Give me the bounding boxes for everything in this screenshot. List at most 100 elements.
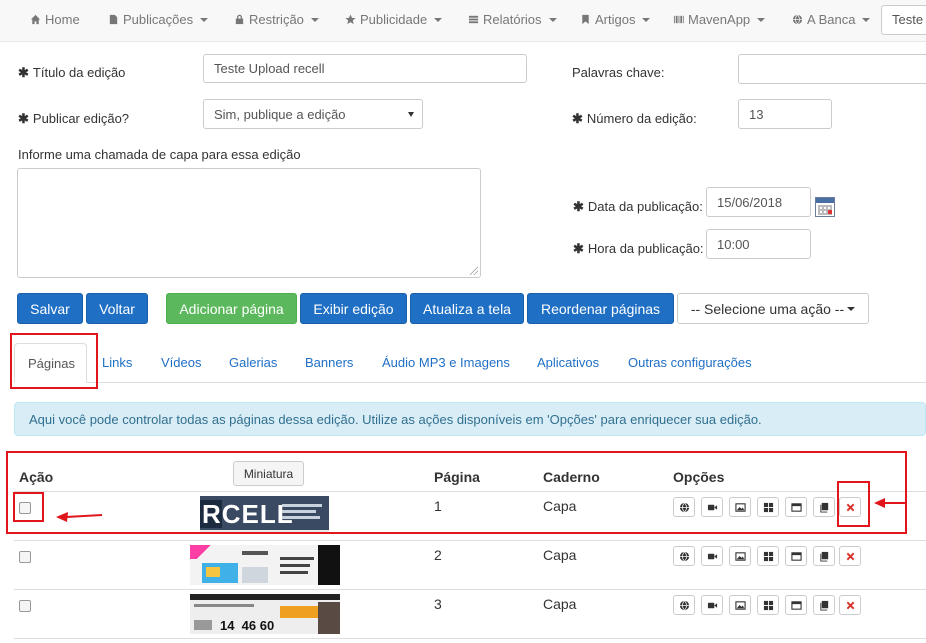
reorder-pages-button[interactable]: Reordenar páginas (527, 293, 674, 324)
image-option-button[interactable] (729, 546, 751, 566)
nav-search-input[interactable]: Teste (881, 5, 926, 35)
keywords-input[interactable] (738, 54, 926, 84)
required-asterisk-icon: ✱ (573, 241, 584, 256)
tab-galerias[interactable]: Galerias (229, 355, 277, 370)
chevron-down-icon (548, 17, 557, 22)
top-navbar: Home Publicações Restrição Publicidade R… (0, 0, 926, 42)
video-icon (707, 600, 718, 611)
number-label: ✱ Número da edição: (572, 111, 697, 127)
delete-icon (846, 601, 855, 610)
nav-publicidade[interactable]: Publicidade (345, 12, 443, 27)
image-option-button[interactable] (729, 595, 751, 615)
chevron-down-icon (310, 17, 319, 22)
window-option-button[interactable] (785, 595, 807, 615)
date-label-text: Data da publicação: (587, 199, 703, 214)
publish-select[interactable]: Sim, publique a edição (203, 99, 423, 129)
book-option-button[interactable] (813, 595, 835, 615)
save-button[interactable]: Salvar (17, 293, 83, 324)
tabs-divider (14, 382, 926, 383)
delete-option-button[interactable] (839, 546, 861, 566)
refresh-button[interactable]: Atualiza a tela (410, 293, 524, 324)
time-label: ✱ Hora da publicação: (573, 241, 704, 257)
bookmark-icon (582, 14, 589, 25)
date-label: ✱ Data da publicação: (573, 199, 703, 215)
time-input[interactable]: 10:00 (706, 229, 811, 259)
list-icon (468, 15, 479, 24)
chevron-down-icon (434, 17, 443, 22)
lock-icon (235, 14, 244, 25)
chevron-down-icon (847, 306, 856, 311)
globe-icon (792, 14, 803, 25)
globe-option-button[interactable] (673, 595, 695, 615)
nav-home-label: Home (45, 12, 80, 27)
action-select-label: -- Selecione uma ação -- (690, 300, 845, 317)
publish-label-text: Publicar edição? (32, 111, 130, 126)
page-number: 3 (434, 596, 442, 612)
annotation-arrow-left-icon (56, 512, 103, 522)
title-label-text: Título da edição (32, 65, 126, 80)
cover-label: Informe uma chamada de capa para essa ed… (18, 147, 301, 162)
globe-option-button[interactable] (673, 546, 695, 566)
row-divider (14, 589, 926, 590)
nav-abanca[interactable]: A Banca (792, 12, 871, 27)
video-option-button[interactable] (701, 595, 723, 615)
nav-home[interactable]: Home (30, 12, 80, 27)
show-edition-button[interactable]: Exibir edição (300, 293, 407, 324)
book-icon (819, 551, 830, 562)
tab-audio[interactable]: Áudio MP3 e Imagens (382, 355, 510, 370)
delete-option-button[interactable] (839, 595, 861, 615)
chevron-down-icon (408, 112, 414, 117)
tab-videos[interactable]: Vídeos (161, 355, 201, 370)
calendar-icon[interactable] (815, 197, 835, 217)
row-checkbox[interactable] (19, 600, 31, 612)
window-option-button[interactable] (785, 546, 807, 566)
tab-aplicativos[interactable]: Aplicativos (537, 355, 599, 370)
page-number: 2 (434, 547, 442, 563)
video-icon (707, 551, 718, 562)
back-button[interactable]: Voltar (86, 293, 148, 324)
tab-banners[interactable]: Banners (305, 355, 353, 370)
tab-links[interactable]: Links (102, 355, 132, 370)
window-icon (790, 551, 802, 562)
tab-outras-configuracoes[interactable]: Outras configurações (628, 355, 752, 370)
number-label-text: Número da edição: (586, 111, 697, 126)
required-asterisk-icon: ✱ (573, 199, 584, 214)
number-input[interactable]: 13 (738, 99, 832, 129)
time-label-text: Hora da publicação: (587, 241, 704, 256)
title-input[interactable]: Teste Upload recell (203, 54, 527, 83)
nav-artigos[interactable]: Artigos (580, 12, 651, 27)
nav-restricao[interactable]: Restrição (234, 12, 319, 27)
nav-relatorios-label: Relatórios (483, 12, 542, 27)
grid-option-button[interactable] (757, 595, 779, 615)
publish-select-value: Sim, publique a edição (214, 107, 346, 122)
globe-icon (679, 551, 690, 562)
nav-publicacoes[interactable]: Publicações (108, 12, 209, 27)
video-option-button[interactable] (701, 546, 723, 566)
nav-mavenapp[interactable]: MavenApp (673, 12, 766, 27)
nav-relatorios[interactable]: Relatórios (468, 12, 557, 27)
resize-grip-icon[interactable] (470, 267, 478, 275)
add-page-button[interactable]: Adicionar página (166, 293, 297, 324)
cover-textarea[interactable] (17, 168, 481, 278)
publish-label: ✱ Publicar edição? (18, 111, 129, 127)
action-select[interactable]: -- Selecione uma ação -- (677, 293, 869, 324)
nav-artigos-label: Artigos (595, 12, 636, 27)
grid-option-button[interactable] (757, 546, 779, 566)
row-divider (14, 540, 926, 541)
annotation-arrow-left-icon (874, 498, 907, 508)
page-thumbnail: 14 46 60 (190, 594, 340, 634)
home-icon (30, 14, 41, 25)
delete-icon (846, 552, 855, 561)
row-divider (14, 638, 926, 639)
book-option-button[interactable] (813, 546, 835, 566)
nav-restricao-label: Restrição (249, 12, 304, 27)
chevron-down-icon (862, 17, 871, 22)
grid-icon (763, 551, 774, 562)
file-icon (109, 14, 118, 25)
section-name: Capa (543, 547, 577, 563)
date-input[interactable]: 15/06/2018 (706, 187, 811, 217)
row-checkbox[interactable] (19, 551, 31, 563)
book-icon (819, 600, 830, 611)
nav-abanca-label: A Banca (807, 12, 856, 27)
chevron-down-icon (757, 17, 766, 22)
